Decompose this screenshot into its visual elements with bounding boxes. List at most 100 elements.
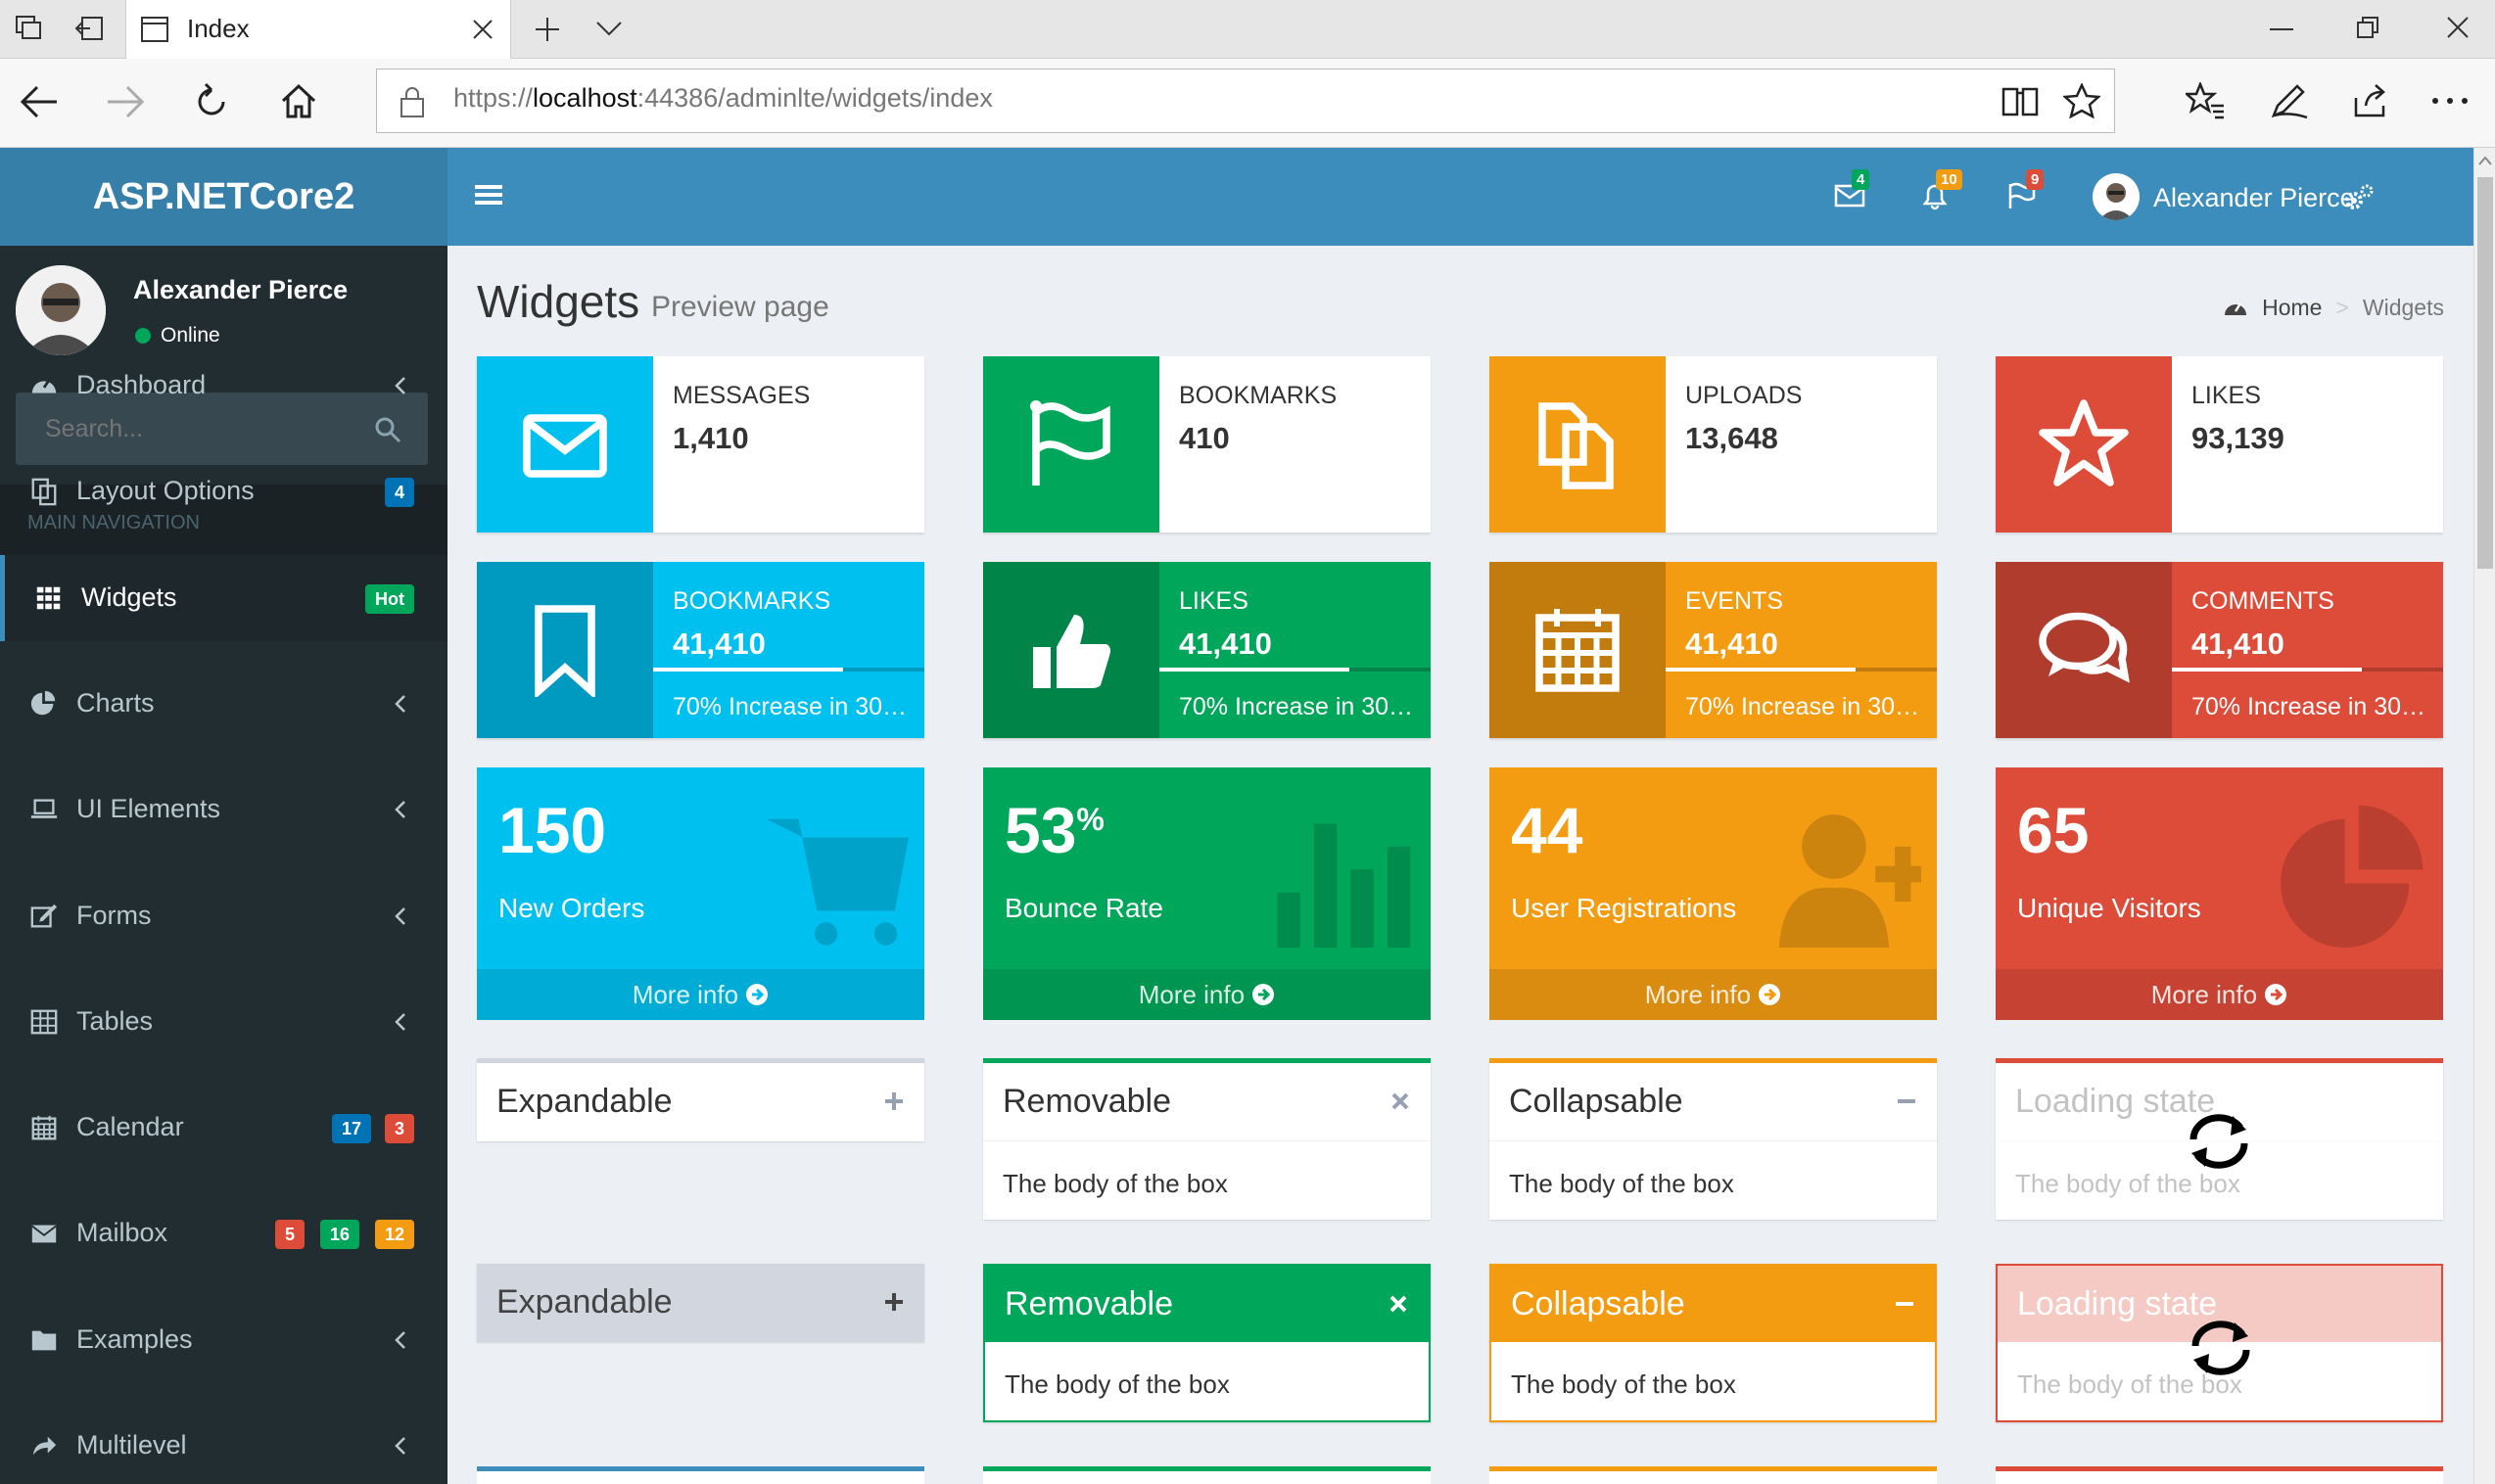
favorites-hub-icon[interactable]	[2186, 82, 2225, 119]
brand-logo[interactable]: ASP.NETCore2	[0, 148, 447, 246]
messages-badge: 4	[1852, 169, 1870, 190]
box-body-text: The body of the box	[1511, 1369, 1736, 1399]
user-name-header: Alexander Pierce	[2153, 183, 2355, 212]
scroll-up-icon[interactable]	[2478, 156, 2492, 165]
flag-icon	[983, 356, 1159, 533]
sidebar-item-mailbox[interactable]: Mailbox 12 16 5	[0, 1190, 447, 1276]
box-header: Collapsable	[1491, 1266, 1935, 1342]
remove-times-icon[interactable]	[1386, 1291, 1411, 1317]
small-box-number: 65	[2017, 793, 2089, 867]
browser-tab-index[interactable]: Index	[125, 0, 511, 59]
sidebar-item-multilevel[interactable]: Multilevel	[0, 1403, 447, 1484]
envelope-icon	[477, 356, 653, 533]
sidebar-item-charts[interactable]: Charts	[0, 661, 447, 747]
messages-menu[interactable]: 4	[1834, 169, 1870, 209]
progress-bar	[1666, 668, 1937, 672]
browser-tab-bar: Index	[0, 0, 2495, 59]
url-host: localhost	[533, 83, 637, 113]
chevron-left-icon	[391, 690, 410, 718]
refresh-icon[interactable]	[192, 82, 231, 121]
box-title: Removable	[1003, 1083, 1171, 1120]
sidebar-item-widgets[interactable]: Widgets Hot	[0, 554, 447, 641]
expand-plus-icon[interactable]	[881, 1089, 907, 1114]
collapse-minus-icon[interactable]	[1894, 1089, 1919, 1114]
progress-box-title: COMMENTS	[2191, 587, 2334, 615]
favorite-star-icon[interactable]	[2063, 83, 2100, 118]
sidebar-badge: 5	[274, 1220, 305, 1250]
files-icon	[1489, 356, 1666, 533]
sidebar: Alexander Pierce Online MAIN NAVIGATION …	[0, 246, 447, 1484]
pen-notes-icon[interactable]	[2270, 82, 2309, 119]
forward-icon[interactable]	[106, 84, 145, 119]
comments-icon	[1996, 562, 2172, 738]
notifications-menu[interactable]: 10	[1920, 169, 1962, 210]
close-tab-icon[interactable]	[471, 18, 494, 41]
box-header: Collapsable	[1489, 1063, 1937, 1141]
small-box-user-registrations: 44 User Registrations More info	[1489, 767, 1937, 1020]
page-scrollbar[interactable]	[2473, 148, 2495, 1484]
more-info-link[interactable]: More info	[1489, 969, 1937, 1020]
browser-address-bar: https://localhost:44386/adminlte/widgets…	[0, 59, 2495, 148]
more-info-link[interactable]: More info	[1996, 969, 2443, 1020]
tab-list-chevron-icon[interactable]	[595, 20, 623, 37]
sidebar-badge: 12	[374, 1220, 414, 1250]
set-tabs-aside-icon[interactable]	[74, 14, 106, 43]
laptop-icon	[29, 795, 59, 824]
sidebar-badge: 4	[384, 478, 414, 508]
box-title: Expandable	[496, 1283, 673, 1321]
sidebar-item-examples[interactable]: Examples	[0, 1297, 447, 1383]
thumbs-up-icon	[983, 562, 1159, 738]
tasks-menu[interactable]: 9	[2006, 169, 2045, 210]
box-header: Removable	[985, 1266, 1429, 1342]
info-box-number: 13,648	[1685, 421, 1778, 455]
sidebar-item-tables[interactable]: Tables	[0, 979, 447, 1065]
chevron-left-icon	[391, 1432, 410, 1460]
reading-view-icon[interactable]	[2001, 85, 2040, 118]
expand-plus-icon[interactable]	[881, 1289, 907, 1315]
minimize-icon[interactable]	[2270, 27, 2293, 31]
home-icon[interactable]	[280, 82, 317, 119]
url-text: https://localhost:44386/adminlte/widgets…	[453, 83, 993, 114]
gears-icon[interactable]	[2343, 183, 2375, 212]
box-body-text: The body of the box	[1003, 1169, 1228, 1198]
main-content: Widgets Preview page Home > Widgets MESS…	[447, 246, 2473, 1484]
sidebar-item-label: Layout Options	[76, 476, 255, 506]
notifications-badge: 10	[1936, 169, 1962, 190]
sidebar-badge: 16	[319, 1220, 359, 1250]
small-box-number: 44	[1511, 793, 1582, 867]
scroll-thumb[interactable]	[2477, 177, 2493, 569]
collapse-minus-icon[interactable]	[1892, 1291, 1917, 1317]
more-info-link[interactable]: More info	[477, 969, 924, 1020]
sidebar-item-dashboard[interactable]: Dashboard	[0, 343, 447, 429]
info-box-number: 410	[1179, 421, 1230, 455]
small-box-value: 44	[1511, 794, 1583, 866]
small-box-label: New Orders	[498, 893, 645, 923]
sidebar-item-layout-options[interactable]: Layout Options 4	[0, 448, 447, 534]
new-tab-icon[interactable]	[534, 16, 561, 43]
arrow-circle-right-icon	[1252, 984, 1275, 1005]
bar-chart-icon	[1268, 801, 1415, 948]
sidebar-item-calendar[interactable]: Calendar 3 17	[0, 1085, 447, 1171]
small-box-number: 150	[498, 793, 606, 867]
more-info-link[interactable]: More info	[983, 969, 1431, 1020]
sidebar-item-forms[interactable]: Forms	[0, 873, 447, 959]
url-field[interactable]: https://localhost:44386/adminlte/widgets…	[376, 69, 2115, 133]
progress-bar	[653, 668, 924, 672]
sidebar-item-ui-elements[interactable]: UI Elements	[0, 766, 447, 853]
tab-actions-icon[interactable]	[14, 14, 43, 43]
user-menu[interactable]: Alexander Pierce	[2093, 171, 2355, 222]
remove-times-icon[interactable]	[1388, 1089, 1413, 1114]
page-title: Widgets	[477, 276, 640, 327]
progress-box-bookmarks: BOOKMARKS 41,410 70% Increase in 30 Days	[477, 562, 924, 738]
sidebar-badge: Hot	[365, 583, 414, 614]
more-icon[interactable]	[2432, 98, 2468, 104]
restore-icon[interactable]	[2356, 16, 2379, 39]
sidebar-toggle-icon[interactable]	[475, 183, 502, 207]
share-icon[interactable]	[2352, 82, 2391, 119]
breadcrumb-home[interactable]: Home	[2262, 295, 2322, 321]
close-window-icon[interactable]	[2446, 16, 2470, 39]
box-body-text: The body of the box	[1509, 1169, 1734, 1198]
back-icon[interactable]	[20, 84, 59, 119]
chevron-left-icon	[391, 372, 410, 399]
box-header: Expandable	[477, 1264, 924, 1342]
